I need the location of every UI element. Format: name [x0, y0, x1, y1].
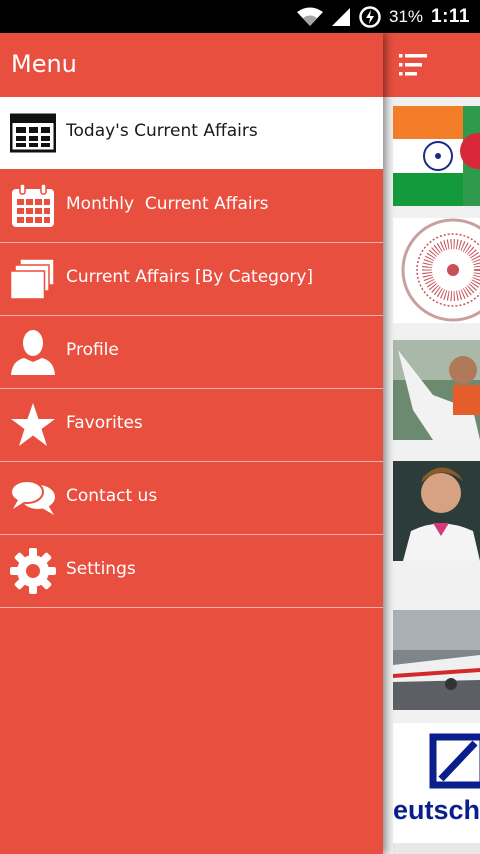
content-area: eutsch [383, 33, 480, 854]
clock: 1:11 [431, 6, 470, 27]
menu-item-label: Favorites [66, 413, 143, 433]
list-icon[interactable] [399, 53, 429, 77]
newspaper-icon [10, 110, 56, 156]
menu-item-todays-current-affairs[interactable]: Today's Current Affairs [0, 97, 383, 170]
calendar-icon [10, 183, 56, 229]
menu-item-label: Profile [66, 340, 119, 360]
india-flag-thumbnail[interactable] [393, 106, 480, 206]
menu-item-contact-us[interactable]: Contact us [0, 462, 383, 535]
menu-item-profile[interactable]: Profile [0, 316, 383, 389]
battery-percentage: 31% [388, 7, 424, 26]
stacked-cards-icon [10, 256, 56, 302]
drawer-header: Menu [0, 33, 383, 97]
status-icons: 31% 1:11 [296, 4, 470, 30]
tennis-player-thumbnail[interactable] [393, 461, 480, 561]
content-toolbar [383, 33, 480, 97]
menu-item-label: Monthly Current Affairs [66, 194, 269, 214]
gear-icon [10, 548, 56, 594]
menu-item-label: Today's Current Affairs [66, 121, 258, 141]
menu-item-label: Current Affairs [By Category] [66, 267, 314, 287]
emblem-seal-thumbnail[interactable] [393, 218, 480, 323]
deutsche-bank-logo-text: eutsch [393, 795, 480, 825]
cell-signal-icon [331, 7, 351, 27]
chat-bubbles-icon [10, 475, 56, 521]
menu-item-label: Contact us [66, 486, 158, 506]
status-bar: 31% 1:11 [0, 0, 480, 33]
wifi-icon [296, 7, 323, 27]
deutsche-bank-logo-thumbnail[interactable]: eutsch [393, 723, 480, 854]
menu-item-current-affairs-by-category[interactable]: Current Affairs [By Category] [0, 243, 383, 316]
battery-saver-icon [359, 6, 381, 28]
drawer-title: Menu [11, 50, 77, 78]
navigation-drawer: Menu Today's Current Affairs Monthly Cur… [0, 33, 383, 854]
star-icon [10, 402, 56, 448]
menu-item-favorites[interactable]: Favorites [0, 389, 383, 462]
cricket-player-thumbnail[interactable] [393, 340, 480, 440]
menu-item-monthly-current-affairs[interactable]: Monthly Current Affairs [0, 170, 383, 243]
airplane-thumbnail[interactable] [393, 610, 480, 710]
menu-item-settings[interactable]: Settings [0, 535, 383, 608]
menu-item-label: Settings [66, 559, 136, 579]
person-icon [10, 329, 56, 375]
